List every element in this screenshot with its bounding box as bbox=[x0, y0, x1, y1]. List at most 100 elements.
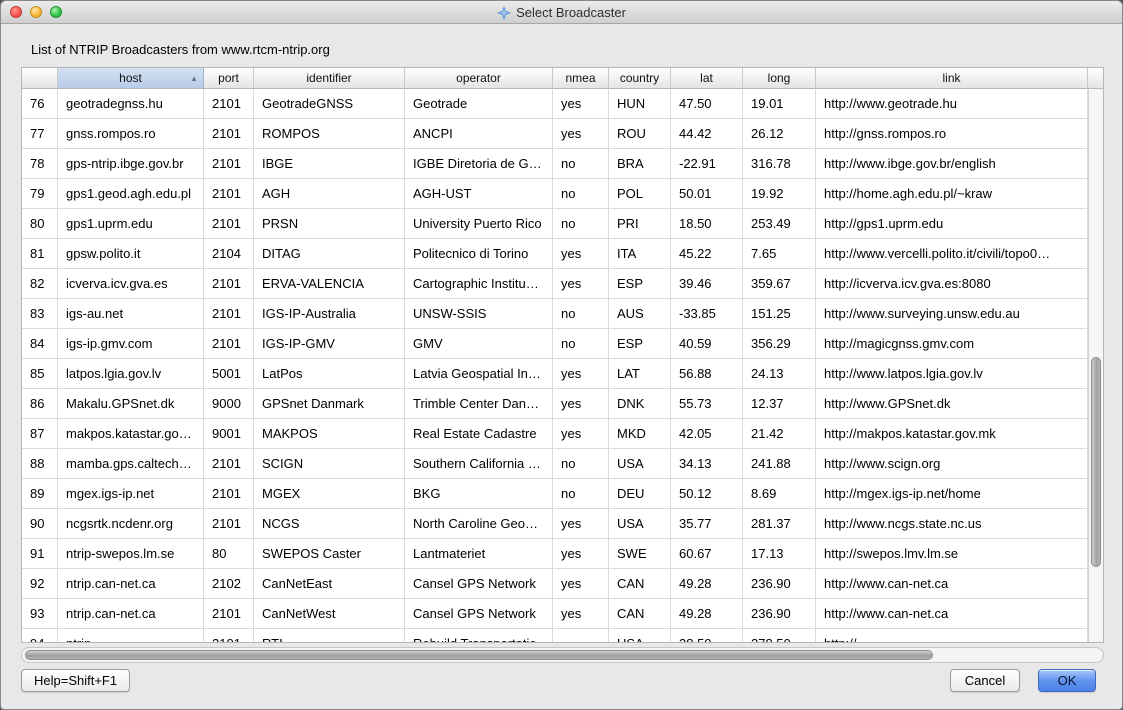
horizontal-scrollbar[interactable] bbox=[21, 647, 1104, 663]
cell-lat: 50.12 bbox=[671, 479, 743, 508]
cell-nmea: yes bbox=[553, 119, 609, 148]
cell-host: mgex.igs-ip.net bbox=[58, 479, 204, 508]
cell-country: AUS bbox=[609, 299, 671, 328]
cell-operator: Cansel GPS Network bbox=[405, 569, 553, 598]
cell-rownum: 79 bbox=[22, 179, 58, 208]
cell-country: SWE bbox=[609, 539, 671, 568]
table-row[interactable]: 91ntrip-swepos.lm.se80SWEPOS CasterLantm… bbox=[22, 539, 1088, 569]
column-header-port[interactable]: port bbox=[204, 68, 254, 89]
cell-nmea bbox=[553, 629, 609, 642]
table-row[interactable]: 87makpos.katastar.go…9001MAKPOSReal Esta… bbox=[22, 419, 1088, 449]
cancel-button[interactable]: Cancel bbox=[950, 669, 1020, 692]
column-header-lat[interactable]: lat bbox=[671, 68, 743, 89]
cell-lat: 38.50 bbox=[671, 629, 743, 642]
table-row[interactable]: 81gpsw.polito.it2104DITAGPolitecnico di … bbox=[22, 239, 1088, 269]
horizontal-scrollbar-thumb[interactable] bbox=[25, 650, 933, 660]
cell-nmea: no bbox=[553, 299, 609, 328]
title-bar[interactable]: Select Broadcaster bbox=[1, 1, 1122, 24]
column-header-rownum[interactable] bbox=[22, 68, 58, 89]
column-header-long[interactable]: long bbox=[743, 68, 816, 89]
cell-long: 19.92 bbox=[743, 179, 816, 208]
column-header-label: host bbox=[119, 71, 142, 85]
table-row[interactable]: 86Makalu.GPSnet.dk9000GPSnet DanmarkTrim… bbox=[22, 389, 1088, 419]
help-button[interactable]: Help=Shift+F1 bbox=[21, 669, 130, 692]
cell-nmea: no bbox=[553, 209, 609, 238]
cell-port: 9001 bbox=[204, 419, 254, 448]
cell-rownum: 82 bbox=[22, 269, 58, 298]
cell-host: ntrip.can-net.ca bbox=[58, 569, 204, 598]
table-row[interactable]: 90ncgsrtk.ncdenr.org2101NCGSNorth Caroli… bbox=[22, 509, 1088, 539]
cell-nmea: no bbox=[553, 179, 609, 208]
cell-nmea: yes bbox=[553, 389, 609, 418]
cell-link: http://www.can-net.ca bbox=[816, 569, 1088, 598]
cell-lat: 45.22 bbox=[671, 239, 743, 268]
cell-rownum: 84 bbox=[22, 329, 58, 358]
table-header-corner bbox=[1088, 68, 1103, 89]
column-header-operator[interactable]: operator bbox=[405, 68, 553, 89]
cell-nmea: yes bbox=[553, 569, 609, 598]
ok-button[interactable]: OK bbox=[1038, 669, 1096, 692]
cell-long: 359.67 bbox=[743, 269, 816, 298]
cell-operator: Cansel GPS Network bbox=[405, 599, 553, 628]
column-header-link[interactable]: link bbox=[816, 68, 1088, 89]
cell-country: USA bbox=[609, 629, 671, 642]
cell-identifier: AGH bbox=[254, 179, 405, 208]
cell-identifier: IGS-IP-GMV bbox=[254, 329, 405, 358]
column-header-identifier[interactable]: identifier bbox=[254, 68, 405, 89]
table-row[interactable]: 85latpos.lgia.gov.lv5001LatPosLatvia Geo… bbox=[22, 359, 1088, 389]
vertical-scrollbar-thumb[interactable] bbox=[1091, 357, 1101, 567]
cell-port: 2101 bbox=[204, 119, 254, 148]
cell-identifier: IGS-IP-Australia bbox=[254, 299, 405, 328]
column-header-country[interactable]: country bbox=[609, 68, 671, 89]
table-row[interactable]: 78gps-ntrip.ibge.gov.br2101IBGEIGBE Dire… bbox=[22, 149, 1088, 179]
cell-nmea: yes bbox=[553, 419, 609, 448]
table-row[interactable]: 92ntrip.can-net.ca2102CanNetEastCansel G… bbox=[22, 569, 1088, 599]
column-header-label: link bbox=[942, 71, 960, 85]
cell-link: http://www.ncgs.state.nc.us bbox=[816, 509, 1088, 538]
table-row[interactable]: 88mamba.gps.caltech…2101SCIGNSouthern Ca… bbox=[22, 449, 1088, 479]
column-header-label: identifier bbox=[306, 71, 351, 85]
column-header-label: long bbox=[768, 71, 791, 85]
sort-ascending-icon: ▲ bbox=[190, 68, 198, 89]
table-row[interactable]: 82icverva.icv.gva.es2101ERVA-VALENCIACar… bbox=[22, 269, 1088, 299]
cell-identifier: MGEX bbox=[254, 479, 405, 508]
column-header-host[interactable]: host ▲ bbox=[58, 68, 204, 89]
cell-link: http://www.geotrade.hu bbox=[816, 89, 1088, 118]
table-row[interactable]: 77gnss.rompos.ro2101ROMPOSANCPIyesROU44.… bbox=[22, 119, 1088, 149]
table-row[interactable]: 83igs-au.net2101IGS-IP-AustraliaUNSW-SSI… bbox=[22, 299, 1088, 329]
table-row[interactable]: 93ntrip.can-net.ca2101CanNetWestCansel G… bbox=[22, 599, 1088, 629]
cell-identifier: ROMPOS bbox=[254, 119, 405, 148]
cell-host: ntrip bbox=[58, 629, 204, 642]
column-header-nmea[interactable]: nmea bbox=[553, 68, 609, 89]
vertical-scrollbar[interactable] bbox=[1088, 89, 1103, 642]
table-row[interactable]: 89mgex.igs-ip.net2101MGEXBKGnoDEU50.128.… bbox=[22, 479, 1088, 509]
cell-lat: 49.28 bbox=[671, 569, 743, 598]
cell-lat: 34.13 bbox=[671, 449, 743, 478]
select-broadcaster-dialog: Select Broadcaster List of NTRIP Broadca… bbox=[0, 0, 1123, 710]
cell-port: 5001 bbox=[204, 359, 254, 388]
table-row[interactable]: 76geotradegnss.hu2101GeotradeGNSSGeotrad… bbox=[22, 89, 1088, 119]
cell-port: 2101 bbox=[204, 209, 254, 238]
cell-port: 9000 bbox=[204, 389, 254, 418]
table-row[interactable]: 80gps1.uprm.edu2101PRSNUniversity Puerto… bbox=[22, 209, 1088, 239]
table-row[interactable]: 84igs-ip.gmv.com2101IGS-IP-GMVGMVnoESP40… bbox=[22, 329, 1088, 359]
cell-rownum: 87 bbox=[22, 419, 58, 448]
table-row[interactable]: 94ntrip2101RTIRebuild Transportatio…USA3… bbox=[22, 629, 1088, 642]
cell-rownum: 83 bbox=[22, 299, 58, 328]
cell-link: http://www.vercelli.polito.it/civili/top… bbox=[816, 239, 1088, 268]
cell-lat: 40.59 bbox=[671, 329, 743, 358]
cell-port: 2101 bbox=[204, 629, 254, 642]
cell-link: http://gnss.rompos.ro bbox=[816, 119, 1088, 148]
cell-port: 2101 bbox=[204, 269, 254, 298]
cell-operator: Southern California … bbox=[405, 449, 553, 478]
cell-nmea: no bbox=[553, 479, 609, 508]
cell-country: POL bbox=[609, 179, 671, 208]
cell-operator: IGBE Diretoria de G… bbox=[405, 149, 553, 178]
table-row[interactable]: 79gps1.geod.agh.edu.pl2101AGHAGH-USTnoPO… bbox=[22, 179, 1088, 209]
cell-operator: Geotrade bbox=[405, 89, 553, 118]
cell-rownum: 76 bbox=[22, 89, 58, 118]
cell-lat: 18.50 bbox=[671, 209, 743, 238]
cell-operator: Rebuild Transportatio… bbox=[405, 629, 553, 642]
cell-lat: 35.77 bbox=[671, 509, 743, 538]
cell-port: 2101 bbox=[204, 149, 254, 178]
